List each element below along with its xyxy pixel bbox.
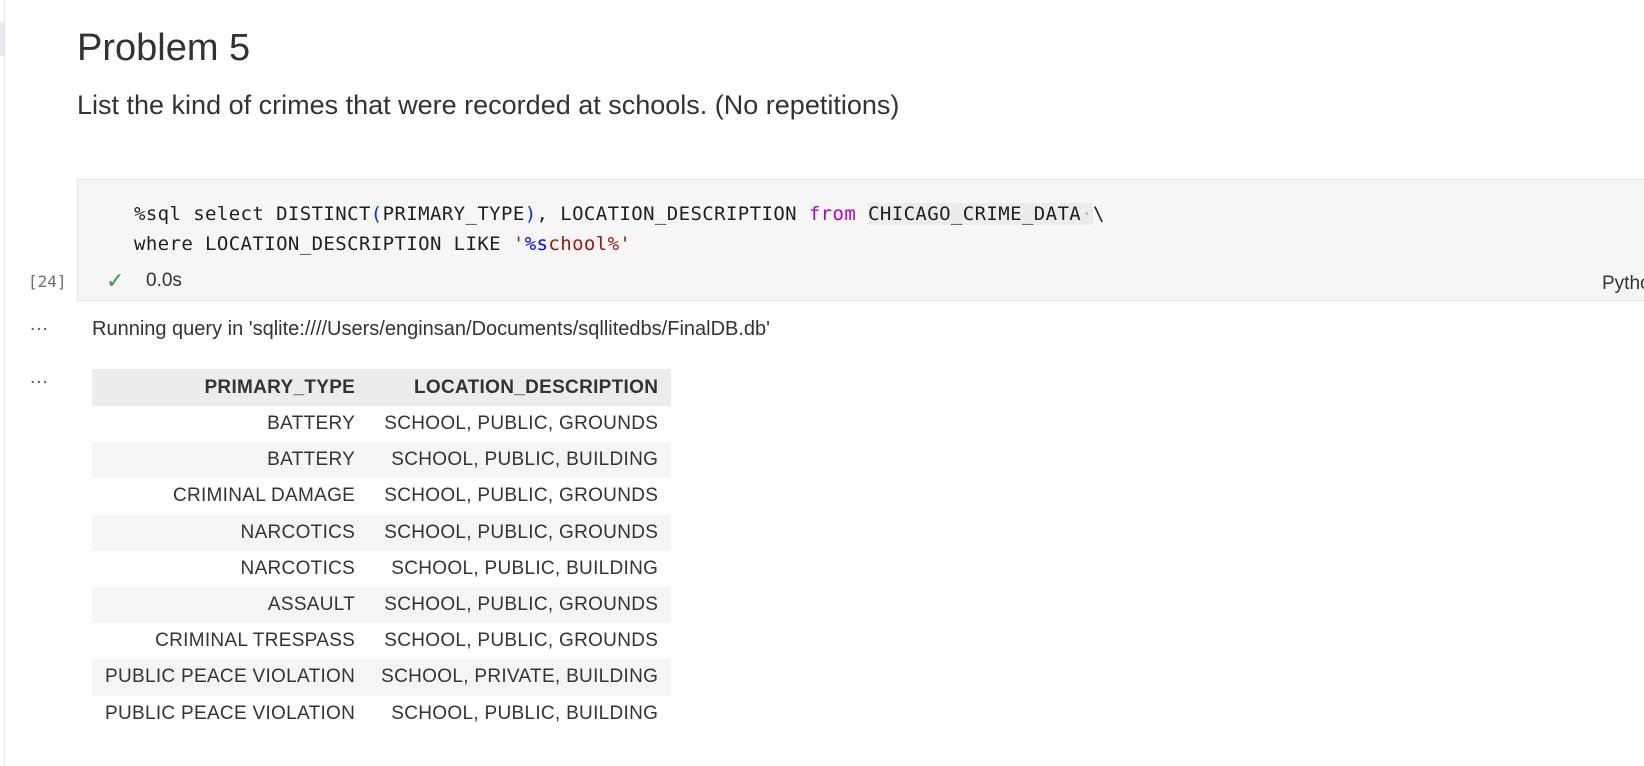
table-cell: PUBLIC PEACE VIOLATION bbox=[92, 659, 369, 696]
table-row: CRIMINAL TRESPASS SCHOOL, PUBLIC, GROUNDS bbox=[92, 623, 671, 659]
query-message: Running query in 'sqlite:////Users/engin… bbox=[92, 318, 770, 340]
markdown-heading: Problem 5 bbox=[77, 27, 251, 70]
output-actions-button[interactable]: ... bbox=[30, 314, 49, 336]
code-token-table-highlight: CHICAGO_CRIME_DATA· bbox=[868, 203, 1093, 225]
column-header: LOCATION_DESCRIPTION bbox=[368, 369, 672, 406]
cell-focus-indicator bbox=[0, 22, 4, 56]
code-token-string-format: %s bbox=[524, 233, 549, 255]
execution-time: 0.0s bbox=[146, 270, 182, 291]
table-header-row: PRIMARY_TYPE LOCATION_DESCRIPTION bbox=[92, 369, 672, 406]
table-cell: BATTERY bbox=[267, 413, 356, 435]
table-cell: SCHOOL, PUBLIC, GROUNDS bbox=[384, 630, 659, 652]
notebook-left-border bbox=[4, 0, 5, 766]
table-cell: CRIMINAL DAMAGE bbox=[172, 485, 356, 507]
table-row: NARCOTICS SCHOOL, PUBLIC, GROUNDS bbox=[92, 514, 672, 551]
table-cell: SCHOOL, PUBLIC, BUILDING bbox=[391, 557, 659, 579]
table-cell: SCHOOL, PUBLIC, GROUNDS bbox=[384, 413, 659, 435]
result-table: PRIMARY_TYPE LOCATION_DESCRIPTION BATTER… bbox=[92, 369, 672, 732]
table-row: ASSAULT SCHOOL, PUBLIC, GROUNDS bbox=[92, 586, 672, 624]
code-token-magic: %sql select DISTINCT bbox=[134, 203, 371, 225]
table-cell: NARCOTICS bbox=[240, 557, 356, 579]
code-token-table: CHICAGO_CRIME_DATA bbox=[868, 203, 1082, 225]
table-cell: ASSAULT bbox=[92, 586, 369, 624]
table-row: BATTERY SCHOOL, PUBLIC, BUILDING bbox=[92, 442, 672, 479]
table-cell: PUBLIC PEACE VIOLATION bbox=[105, 702, 356, 724]
code-token-string-quote: ' bbox=[512, 233, 525, 255]
table-cell: SCHOOL, PUBLIC, BUILDING bbox=[368, 442, 672, 479]
table-cell: SCHOOL, PUBLIC, GROUNDS bbox=[368, 514, 672, 551]
code-token-columns: , LOCATION_DESCRIPTION bbox=[536, 203, 809, 225]
check-icon: ✓ bbox=[106, 268, 125, 293]
table-cell: BATTERY bbox=[92, 442, 369, 479]
markdown-question: List the kind of crimes that were record… bbox=[77, 90, 900, 120]
code-token-close-paren: ) bbox=[524, 203, 537, 225]
kernel-language-label[interactable]: Python bbox=[1602, 273, 1644, 295]
table-cell: NARCOTICS bbox=[92, 514, 369, 551]
code-token-where-clause: where LOCATION_DESCRIPTION LIKE bbox=[134, 233, 513, 255]
table-cell: SCHOOL, PRIVATE, BUILDING bbox=[368, 659, 672, 696]
table-row: BATTERY SCHOOL, PUBLIC, GROUNDS bbox=[92, 406, 671, 442]
output-actions-button[interactable]: ... bbox=[30, 367, 49, 389]
table-row: PUBLIC PEACE VIOLATION SCHOOL, PRIVATE, B… bbox=[92, 659, 672, 696]
table-cell: CRIMINAL TRESPASS bbox=[155, 630, 356, 652]
code-token-from-keyword: from bbox=[808, 203, 857, 225]
code-cell-editor[interactable]: %sql select DISTINCT(PRIMARY_TYPE), LOCA… bbox=[77, 179, 1644, 301]
table-row: PUBLIC PEACE VIOLATION SCHOOL, PUBLIC, BU… bbox=[92, 696, 671, 732]
table-row: CRIMINAL DAMAGE SCHOOL, PUBLIC, GROUNDS bbox=[92, 478, 671, 514]
execution-count: [24] bbox=[28, 271, 67, 291]
code-line-2[interactable]: where LOCATION_DESCRIPTION LIKE '%school… bbox=[134, 233, 631, 255]
code-token-line-continuation: \ bbox=[1093, 203, 1105, 225]
code-token-arg: PRIMARY_TYPE bbox=[382, 203, 525, 225]
table-cell: SCHOOL, PUBLIC, GROUNDS bbox=[368, 586, 672, 624]
code-token-string-rest: chool%' bbox=[548, 233, 632, 255]
code-token-open-paren: ( bbox=[370, 203, 383, 225]
table-cell: SCHOOL, PUBLIC, GROUNDS bbox=[384, 485, 659, 507]
table-row: NARCOTICS SCHOOL, PUBLIC, BUILDING bbox=[92, 551, 671, 587]
cell-status-bar: [24] ✓ 0.0s bbox=[28, 263, 182, 299]
code-token-whitespace-marker: · bbox=[1081, 203, 1093, 225]
column-header: PRIMARY_TYPE bbox=[92, 369, 369, 406]
code-line-1[interactable]: %sql select DISTINCT(PRIMARY_TYPE), LOCA… bbox=[134, 203, 1105, 225]
table-cell: SCHOOL, PUBLIC, BUILDING bbox=[391, 702, 659, 724]
